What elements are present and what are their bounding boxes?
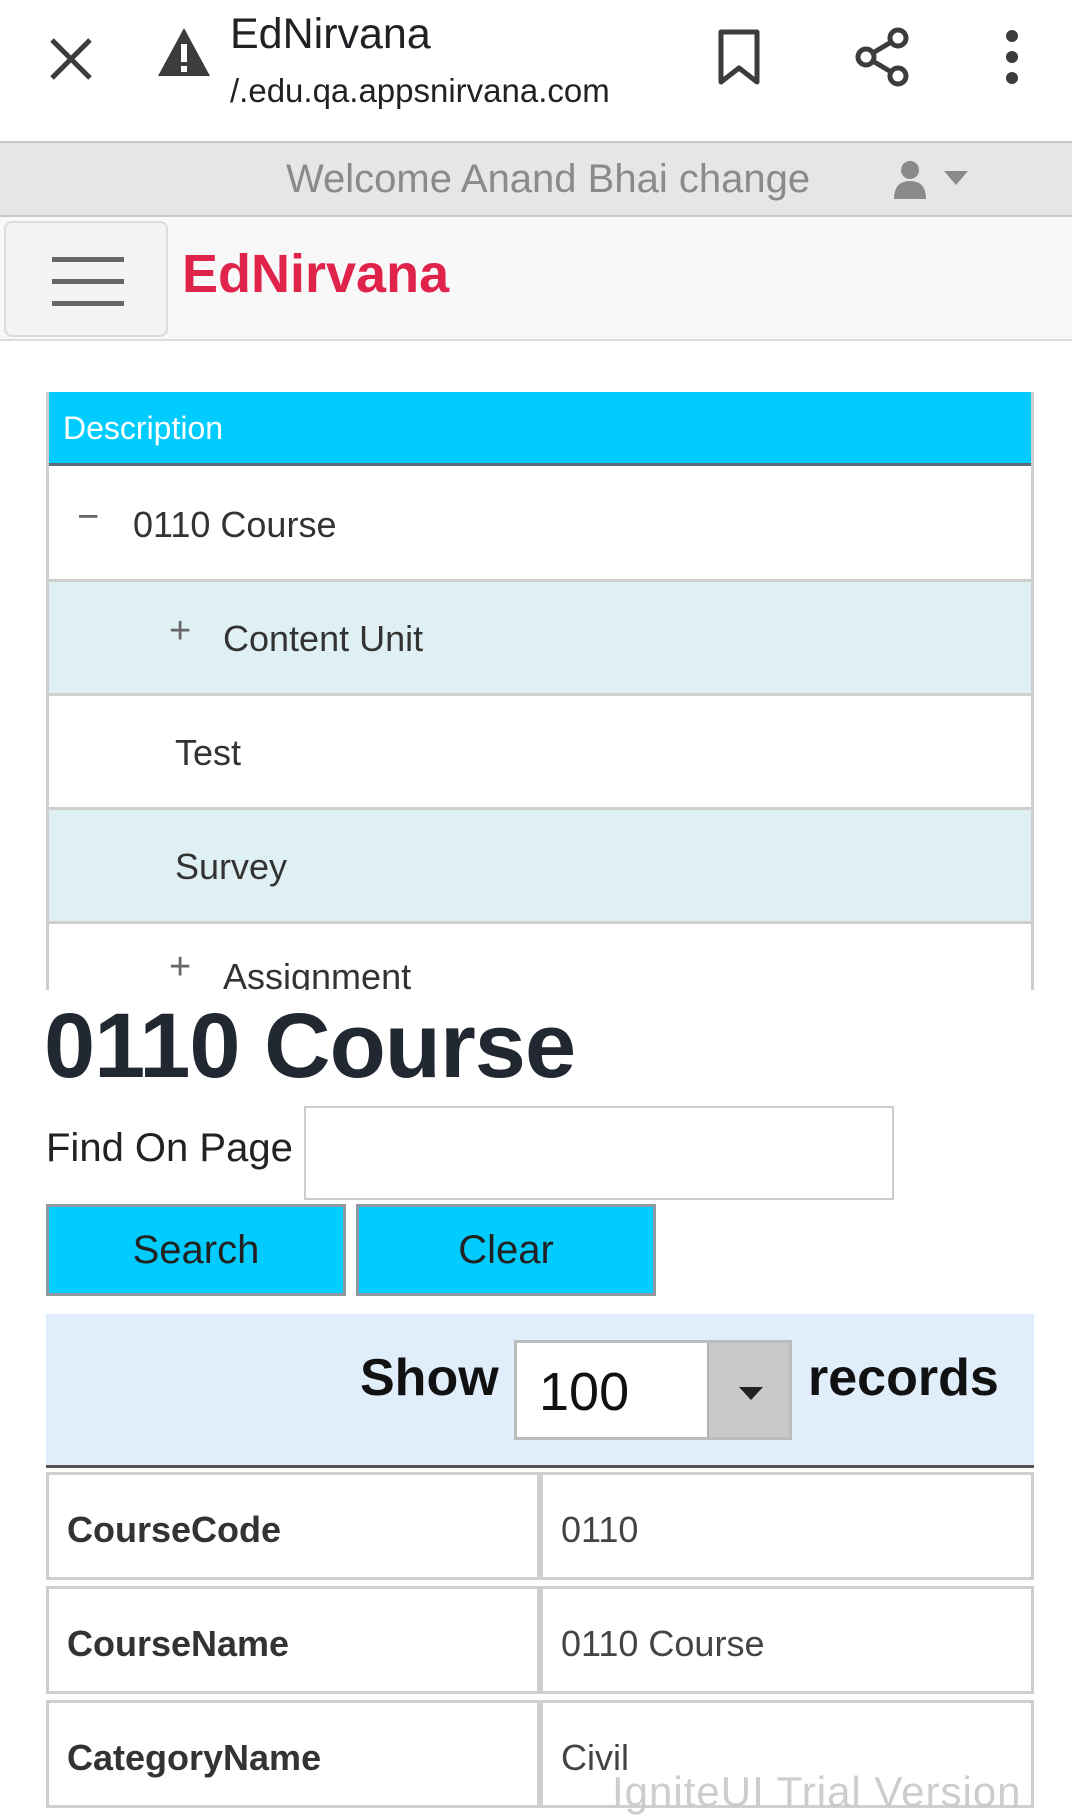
- clear-button[interactable]: Clear: [356, 1204, 656, 1296]
- records-per-page-value: 100: [539, 1362, 630, 1422]
- more-vert-icon[interactable]: [1000, 30, 1024, 84]
- caret-down-icon[interactable]: [944, 171, 968, 185]
- table-cell-value: 0110 Course: [540, 1586, 1034, 1694]
- collapse-icon[interactable]: −: [77, 496, 99, 539]
- app-header: EdNirvana: [0, 217, 1072, 341]
- table-cell-key: CategoryName: [46, 1700, 540, 1808]
- table-row: CourseName 0110 Course: [46, 1586, 1034, 1700]
- tree-row-course[interactable]: − 0110 Course: [49, 468, 1031, 582]
- table-cell-value: 0110: [540, 1472, 1034, 1580]
- tree-row-label: Content Unit: [223, 618, 424, 659]
- tree-row-label: 0110 Course: [133, 504, 337, 545]
- show-label: Show: [360, 1349, 499, 1407]
- tree-row-assignment[interactable]: + Assignment: [49, 924, 1031, 990]
- user-icon[interactable]: [892, 159, 928, 199]
- caret-down-icon: [739, 1387, 763, 1400]
- table-cell-key: CourseCode: [46, 1472, 540, 1580]
- tree-row-label: Survey: [175, 846, 288, 887]
- field-value: 0110 Course: [561, 1623, 765, 1664]
- browser-url[interactable]: /.edu.qa.appsnirvana.com: [230, 72, 610, 110]
- hamburger-menu-icon: [52, 257, 124, 262]
- welcome-text[interactable]: Welcome Anand Bhai change: [286, 157, 810, 202]
- tree-row-test[interactable]: Test: [49, 696, 1031, 810]
- tree-row-label: Assignment: [223, 956, 412, 990]
- share-icon[interactable]: [852, 26, 912, 88]
- tree-row-survey[interactable]: Survey: [49, 810, 1031, 924]
- close-icon[interactable]: [46, 34, 96, 84]
- table-row: CourseCode 0110: [46, 1472, 1034, 1586]
- field-value: 0110: [561, 1509, 639, 1550]
- trial-watermark: IgniteUI Trial Version: [612, 1768, 1022, 1815]
- page-title: 0110 Course: [44, 995, 576, 1097]
- records-label: records: [808, 1349, 999, 1407]
- hamburger-menu-button[interactable]: [4, 221, 168, 337]
- course-tree-grid[interactable]: Description − 0110 Course + Content Unit…: [46, 392, 1034, 990]
- warning-icon[interactable]: [156, 26, 212, 78]
- dropdown-button[interactable]: [707, 1343, 789, 1437]
- bookmark-icon[interactable]: [716, 28, 762, 86]
- welcome-bar: Welcome Anand Bhai change: [0, 141, 1072, 217]
- search-button[interactable]: Search: [46, 1204, 346, 1296]
- table-cell-key: CourseName: [46, 1586, 540, 1694]
- browser-toolbar: EdNirvana /.edu.qa.appsnirvana.com: [0, 0, 1072, 141]
- tree-header: Description: [49, 392, 1031, 466]
- tree-header-label: Description: [63, 410, 224, 446]
- brand-logo[interactable]: EdNirvana: [182, 243, 449, 305]
- tree-row-label: Test: [175, 732, 242, 773]
- find-on-page-input[interactable]: [304, 1106, 894, 1200]
- field-name: CategoryName: [67, 1737, 322, 1778]
- field-name: CourseName: [67, 1623, 290, 1664]
- find-on-page-label: Find On Page: [46, 1126, 293, 1170]
- records-per-page-select[interactable]: 100: [514, 1340, 792, 1440]
- browser-page-title: EdNirvana: [230, 10, 431, 58]
- field-name: CourseCode: [67, 1509, 282, 1550]
- paging-panel: Show 100 records: [46, 1314, 1034, 1468]
- expand-icon[interactable]: +: [169, 610, 191, 653]
- tree-row-content-unit[interactable]: + Content Unit: [49, 582, 1031, 696]
- expand-icon[interactable]: +: [169, 946, 191, 989]
